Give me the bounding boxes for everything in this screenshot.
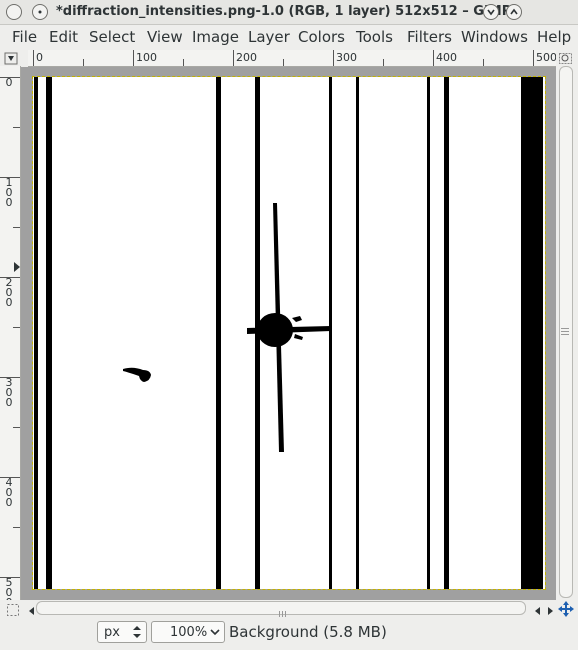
menu-file[interactable]: File [12, 28, 37, 46]
menu-windows[interactable]: Windows [461, 28, 528, 46]
window-menu-button[interactable] [6, 4, 22, 20]
chevron-down-icon[interactable] [483, 4, 499, 20]
vruler-label-500: 500 [5, 576, 13, 600]
menu-help[interactable]: Help [537, 28, 571, 46]
hruler-label-300: 300 [336, 51, 357, 64]
small-fleck-1 [292, 316, 302, 322]
hruler-label-500: 500 [536, 51, 556, 64]
stripe-5 [329, 77, 332, 589]
move-cross-icon[interactable] [558, 601, 574, 617]
status-bar: px 100% Background (5.8 MB) [0, 620, 578, 650]
vruler-label-200: 200 [5, 276, 13, 309]
stripe-8 [444, 77, 449, 589]
scroll-left-icon[interactable] [28, 602, 36, 615]
small-fleck-2 [294, 334, 303, 340]
minimize-area [536, 4, 552, 20]
vertical-ruler[interactable]: 0 100 200 300 400 500 [0, 66, 21, 600]
image-canvas[interactable] [32, 76, 546, 590]
menu-select[interactable]: Select [89, 28, 135, 46]
spin-arrows-icon [133, 626, 141, 638]
hruler-label-400: 400 [436, 51, 457, 64]
vruler-label-400: 400 [5, 476, 13, 509]
window-title: *diffraction_intensities.png-1.0 (RGB, 1… [56, 4, 512, 19]
horizontal-scroll-grip-icon [277, 603, 287, 617]
menu-layer[interactable]: Layer [248, 28, 290, 46]
menu-filters[interactable]: Filters [407, 28, 452, 46]
scroll-left-end-icon[interactable] [534, 602, 542, 615]
stripe-1 [34, 77, 38, 589]
vruler-label-300: 300 [5, 376, 13, 409]
vertical-scrollbar[interactable] [556, 66, 578, 600]
zoom-value: 100% [170, 625, 208, 640]
title-bar: *diffraction_intensities.png-1.0 (RGB, 1… [0, 0, 578, 25]
hruler-label-200: 200 [236, 51, 257, 64]
unit-selector[interactable]: px [97, 621, 147, 643]
stripe-2 [46, 77, 52, 589]
vertical-ruler-ticks [0, 77, 20, 578]
scroll-right-icon[interactable] [546, 602, 554, 615]
quick-mask-icon[interactable] [6, 602, 20, 616]
vertical-scroll-grip-icon [560, 320, 570, 335]
canvas-area[interactable] [21, 67, 556, 600]
chevron-down-icon [210, 629, 220, 636]
menu-edit[interactable]: Edit [49, 28, 78, 46]
stripe-6 [356, 77, 359, 589]
zoom-fit-icon[interactable] [558, 51, 574, 65]
stripe-7 [427, 77, 430, 589]
stripe-9 [521, 77, 543, 589]
circle-menu-icon[interactable] [32, 4, 48, 20]
unit-value: px [104, 625, 120, 640]
horizontal-scrollbar[interactable] [28, 600, 556, 618]
stripe-3 [216, 77, 221, 589]
hruler-label-0: 0 [36, 51, 43, 64]
hruler-label-100: 100 [136, 51, 157, 64]
menu-view[interactable]: View [147, 28, 183, 46]
menu-bar: File Edit Select View Image Layer Colors… [0, 25, 578, 49]
left-blob [123, 367, 151, 382]
horizontal-ruler[interactable]: 0 100 200 300 400 500 [28, 50, 556, 67]
menu-colors[interactable]: Colors [298, 28, 345, 46]
menu-tools[interactable]: Tools [356, 28, 393, 46]
image-menu-arrow-icon[interactable] [4, 51, 20, 65]
vruler-label-100: 100 [5, 176, 13, 209]
layer-info: Background (5.8 MB) [229, 623, 387, 641]
zoom-selector[interactable]: 100% [151, 621, 225, 643]
chevron-up-icon[interactable] [506, 4, 522, 20]
horizontal-ruler-ticks [33, 50, 534, 66]
diffraction-image [34, 77, 543, 589]
vruler-label-0: 0 [5, 76, 13, 89]
menu-image[interactable]: Image [192, 28, 239, 46]
